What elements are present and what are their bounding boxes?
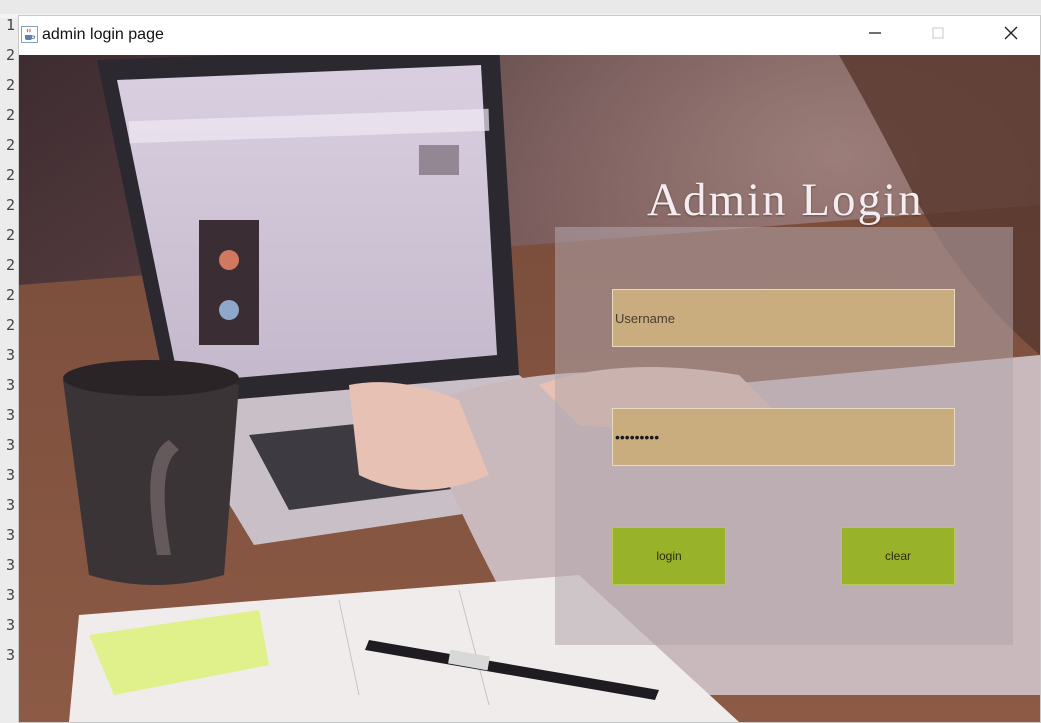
line-number: 3	[6, 616, 16, 634]
login-button[interactable]: login	[612, 527, 726, 585]
window-title: admin login page	[42, 26, 164, 43]
line-number: 3	[6, 466, 16, 484]
page-heading: Admin Login	[647, 174, 924, 226]
maximize-icon	[931, 26, 945, 45]
line-number: 3	[6, 526, 16, 544]
line-number: 2	[6, 166, 16, 184]
title-bar[interactable]: admin login page	[19, 16, 1040, 55]
line-number: 2	[6, 286, 16, 304]
login-button-label: login	[656, 549, 682, 563]
line-number: 3	[6, 646, 16, 664]
line-number: 2	[6, 226, 16, 244]
line-number: 2	[6, 136, 16, 154]
editor-top-bar	[0, 0, 1041, 14]
line-number: 3	[6, 556, 16, 574]
line-number: 3	[6, 376, 16, 394]
line-number: 2	[6, 316, 16, 334]
line-number: 2	[6, 196, 16, 214]
line-number: 3	[6, 406, 16, 424]
line-number: 3	[6, 496, 16, 514]
close-icon	[1003, 25, 1019, 46]
line-number: 2	[6, 256, 16, 274]
clear-button[interactable]: clear	[841, 527, 955, 585]
line-number: 2	[6, 46, 16, 64]
maximize-button[interactable]	[914, 20, 962, 51]
login-form-panel: login clear	[555, 227, 1013, 645]
line-number: 2	[6, 76, 16, 94]
minimize-button[interactable]	[851, 20, 899, 51]
line-number: 3	[6, 586, 16, 604]
line-number: 3	[6, 346, 16, 364]
admin-login-window: admin login page Admin Login Username ••…	[18, 15, 1041, 723]
line-number: 1	[6, 16, 16, 34]
line-number: 3	[6, 436, 16, 454]
java-cup-icon	[21, 26, 38, 43]
clear-button-label: clear	[884, 549, 911, 563]
password-field[interactable]	[612, 408, 955, 466]
minimize-icon	[868, 26, 882, 45]
login-content-area: Admin Login login clear	[19, 55, 1040, 722]
username-field[interactable]	[612, 289, 955, 347]
line-number: 2	[6, 106, 16, 124]
close-button[interactable]	[987, 20, 1035, 51]
